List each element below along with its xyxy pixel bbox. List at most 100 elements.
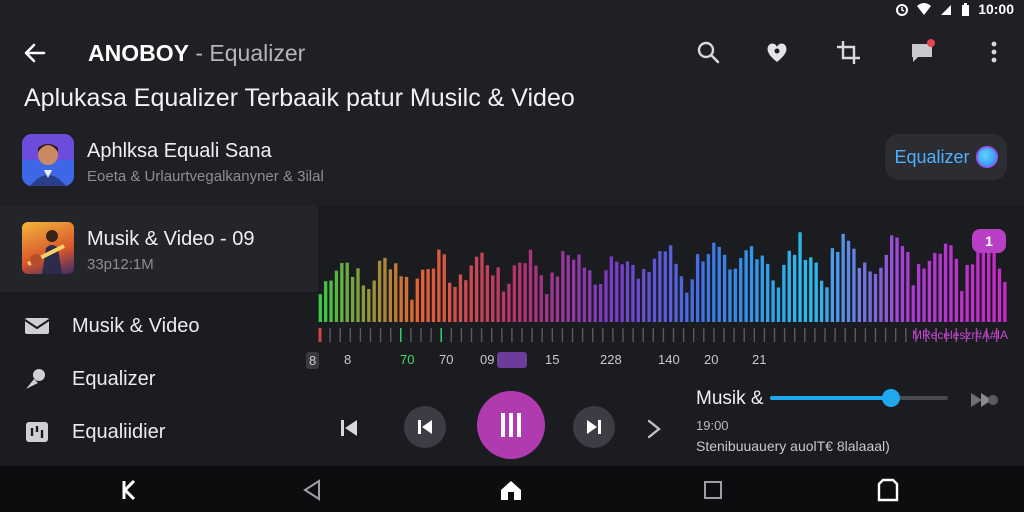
spectrum-bar — [421, 269, 425, 322]
spectrum-bar — [814, 262, 818, 322]
spectrum-bar — [437, 249, 441, 322]
notification-icon[interactable] — [908, 38, 936, 66]
app-listing[interactable]: Aphlksa Equali Sana Eoeta & Urlaurtvegal… — [0, 128, 1024, 192]
spectrum-bar — [792, 254, 797, 322]
playhead-marker[interactable] — [497, 352, 527, 368]
status-bar: 10:00 — [864, 0, 1024, 18]
skip-start-button[interactable] — [334, 413, 364, 443]
spectrum-bar — [431, 268, 436, 322]
spectrum-bar — [755, 259, 759, 322]
spectrum-bar — [863, 262, 867, 322]
spectrum-bar — [555, 276, 560, 322]
guitarist-artwork-icon — [27, 230, 65, 274]
heart-icon[interactable] — [763, 38, 791, 66]
system-navigation-bar — [0, 466, 1024, 512]
next-button[interactable] — [573, 406, 615, 448]
spectrum-bar — [582, 267, 587, 322]
spectrum-bar — [658, 251, 662, 322]
spectrum-bar — [873, 273, 878, 322]
person-avatar-icon — [22, 134, 74, 186]
volume-slider[interactable] — [770, 389, 948, 407]
spectrum-bar — [464, 280, 468, 322]
spectrum-bar — [647, 271, 651, 322]
spectrum-bar — [426, 269, 430, 322]
spectrum-bar — [593, 284, 597, 322]
app-title: ANOBOY - Equalizer — [88, 40, 305, 67]
spectrum-bar — [323, 281, 328, 322]
more-vert-icon[interactable] — [980, 38, 1008, 66]
current-track[interactable]: Musik & Video - 09 33p12:1M — [0, 206, 318, 292]
app-subtitle: - Equalizer — [188, 40, 306, 66]
spectrum-bar — [992, 252, 996, 322]
spectrum-bar — [970, 264, 975, 322]
spectrum-bar — [631, 264, 635, 322]
spectrum-bar — [496, 267, 500, 322]
menu-item-musik-video[interactable]: Musik & Video — [0, 302, 318, 350]
spectrum-bar — [345, 262, 349, 322]
accessibility-icon[interactable] — [875, 478, 901, 502]
previous-button[interactable] — [404, 406, 446, 448]
spectrum-bar — [377, 260, 382, 322]
spectrum-bar — [857, 267, 861, 322]
spectrum-bar — [507, 283, 511, 322]
spectrum-bar — [652, 258, 657, 322]
spectrum-bar — [545, 294, 549, 322]
spectrum-bar — [997, 268, 1002, 322]
spectrum-bar — [706, 254, 711, 322]
wifi-icon — [917, 2, 932, 15]
spectrum-bar — [388, 269, 393, 322]
spectrum-bar — [674, 263, 678, 322]
menu-item-equalizer[interactable]: Equalizer — [0, 355, 318, 403]
spectrum-bar — [830, 248, 835, 322]
spectrum-bar — [620, 264, 624, 322]
spectrum-bar — [695, 254, 700, 322]
menu-item-equaliidier[interactable]: Equaliidier — [0, 408, 318, 456]
spectrum-bar — [879, 267, 883, 322]
spectrum-bar — [340, 263, 344, 322]
crop-icon[interactable] — [834, 38, 862, 66]
spectrum-bar — [518, 262, 522, 322]
spectrum-bar — [501, 291, 506, 322]
spectrum-bar — [350, 276, 355, 322]
fast-forward-button[interactable] — [968, 386, 1000, 414]
spectrum-bar — [868, 271, 872, 322]
forward-button[interactable] — [641, 415, 667, 443]
overview-icon[interactable] — [700, 478, 726, 502]
spectrum-bar — [394, 263, 398, 322]
spectrum-bar — [528, 249, 533, 322]
equalizer-badge-icon — [975, 146, 998, 168]
tick-label: 228 — [600, 352, 622, 367]
equalizer-button[interactable]: Equalizer — [885, 134, 1007, 180]
spectrum-bar — [571, 259, 576, 322]
spectrum-bar — [733, 268, 738, 322]
pause-button[interactable] — [477, 391, 545, 459]
spectrum-bar — [846, 240, 851, 322]
back-arrow-icon[interactable] — [22, 40, 48, 66]
app-bar: ANOBOY - Equalizer — [0, 30, 1024, 74]
menu-label: Musik & Video — [72, 315, 200, 337]
spectrum-bar — [523, 263, 527, 322]
spectrum-bar — [809, 257, 813, 322]
volume-slider-knob[interactable] — [882, 389, 901, 407]
back-nav-icon[interactable] — [299, 478, 325, 502]
visualizer-badge[interactable]: 1 — [972, 229, 1006, 253]
spectrum-bar — [625, 261, 630, 322]
now-playing-title: Musik & — [696, 388, 764, 409]
spectrum-bar — [782, 264, 786, 322]
status-time: 10:00 — [978, 1, 1014, 17]
spectrum-bar — [453, 286, 457, 322]
spectrum-bar — [717, 246, 721, 322]
spectrum-bar — [906, 252, 910, 322]
chevron-right-icon — [647, 419, 661, 439]
spectrum-bar — [410, 299, 414, 322]
tick-label: 140 — [658, 352, 680, 367]
spectrum-bar — [372, 280, 376, 322]
home-icon[interactable] — [498, 478, 524, 502]
spectrum-bar — [491, 275, 495, 322]
pause-icon — [501, 413, 521, 437]
tick-label: 20 — [704, 352, 719, 367]
search-icon[interactable] — [694, 38, 722, 66]
spectrum-bar — [965, 264, 969, 322]
recents-k-icon[interactable] — [116, 478, 142, 502]
spectrum-bar — [900, 246, 905, 322]
